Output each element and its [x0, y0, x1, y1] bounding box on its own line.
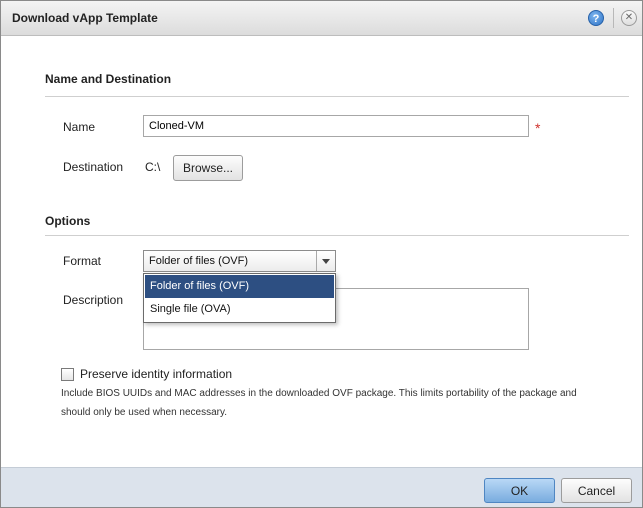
cancel-button[interactable]: Cancel: [561, 478, 632, 503]
description-label: Description: [63, 293, 124, 307]
name-input[interactable]: [143, 115, 529, 137]
format-selected-value: Folder of files (OVF): [149, 255, 249, 267]
chevron-down-icon[interactable]: [316, 251, 335, 271]
ok-button[interactable]: OK: [484, 478, 555, 503]
dialog-titlebar[interactable]: Download vApp Template ? ✕: [1, 1, 642, 36]
format-option-ova[interactable]: Single file (OVA): [145, 298, 334, 321]
options-section-title: Options: [45, 214, 91, 228]
download-vapp-template-dialog: Download vApp Template ? ✕ Name and Dest…: [0, 0, 643, 508]
destination-value: C:\: [145, 160, 161, 174]
preserve-identity-checkbox[interactable]: [61, 368, 74, 381]
browse-button[interactable]: Browse...: [173, 155, 243, 181]
name-label: Name: [63, 120, 96, 134]
format-label: Format: [63, 254, 102, 268]
name-destination-section-title: Name and Destination: [45, 72, 172, 86]
titlebar-separator: [613, 8, 614, 28]
help-icon[interactable]: ?: [588, 10, 604, 26]
required-indicator: *: [535, 120, 541, 136]
close-icon[interactable]: ✕: [621, 10, 637, 26]
destination-label: Destination: [63, 160, 124, 174]
preserve-identity-label[interactable]: Preserve identity information: [80, 367, 232, 381]
format-dropdown-list: Folder of files (OVF) Single file (OVA): [143, 273, 336, 323]
section-divider: [45, 235, 629, 236]
dialog-footer: OK Cancel: [1, 467, 642, 507]
preserve-identity-help-text: Include BIOS UUIDs and MAC addresses in …: [61, 388, 577, 418]
section-divider: [45, 96, 629, 97]
format-option-ovf[interactable]: Folder of files (OVF): [145, 275, 334, 298]
format-select[interactable]: Folder of files (OVF): [143, 250, 336, 272]
dialog-title: Download vApp Template: [12, 11, 158, 25]
